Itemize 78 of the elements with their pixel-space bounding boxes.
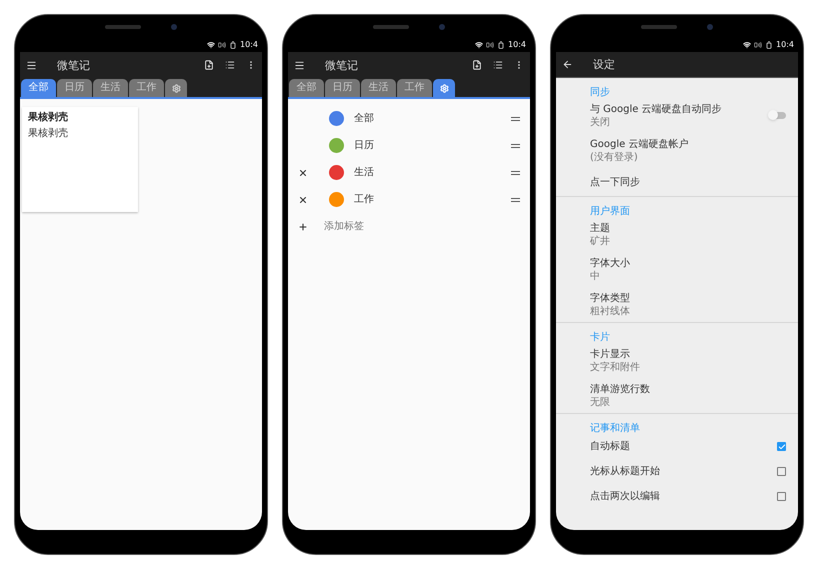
label-name: 工作	[354, 194, 374, 204]
app-title: 微笔记	[325, 60, 358, 70]
setting-value: 文字和附件	[590, 362, 640, 372]
drag-handle-icon[interactable]	[511, 144, 520, 148]
setting-value: 矿井	[590, 236, 610, 246]
label-tab[interactable]: 全部	[289, 79, 324, 97]
checkbox[interactable]	[777, 492, 786, 501]
wifi-icon	[207, 41, 216, 49]
setting-value: 粗衬线体	[590, 306, 630, 316]
status-time: 10:4	[240, 41, 258, 49]
label-tab[interactable]: 生活	[93, 79, 128, 97]
label-tab[interactable]: 日历	[57, 79, 92, 97]
app-title: 设定	[593, 59, 615, 70]
drag-handle-icon[interactable]	[511, 198, 520, 202]
section-header: 同步	[590, 88, 610, 98]
toggle-switch[interactable]	[770, 112, 786, 119]
gear-icon	[440, 84, 448, 92]
section-header: 用户界面	[590, 207, 630, 217]
add-label-button[interactable]: 添加标签	[324, 222, 364, 232]
remove-icon[interactable]	[298, 168, 308, 178]
drag-handle-icon[interactable]	[511, 116, 520, 120]
note-card[interactable]: 果核剥壳 果核剥壳	[22, 107, 138, 212]
new-note-icon[interactable]	[472, 60, 482, 70]
camera-icon	[439, 24, 445, 30]
label-name: 日历	[354, 140, 374, 150]
wifi-icon	[475, 41, 484, 49]
settings-tab[interactable]	[433, 79, 455, 97]
setting-title: 与 Google 云端硬盘自动同步	[590, 104, 722, 114]
menu-icon[interactable]	[26, 60, 37, 70]
label-name: 生活	[354, 168, 374, 178]
setting-value: (没有登录)	[590, 152, 639, 162]
wifi-icon	[743, 41, 752, 49]
setting-title: Google 云端硬盘帐户	[590, 138, 688, 150]
camera-icon	[171, 24, 177, 30]
drag-handle-icon[interactable]	[511, 170, 520, 174]
battery-icon	[229, 41, 238, 49]
back-icon[interactable]	[562, 59, 573, 70]
settings-tab[interactable]	[165, 79, 187, 97]
setting-title: 清单游览行数	[590, 384, 650, 394]
new-note-icon[interactable]	[204, 60, 214, 70]
label-tab[interactable]: 日历	[325, 79, 360, 97]
note-title: 果核剥壳	[28, 113, 68, 123]
list-icon[interactable]	[493, 60, 503, 70]
remove-icon[interactable]	[298, 194, 308, 204]
setting-title: 点一下同步	[590, 176, 640, 188]
battery-icon	[765, 41, 774, 49]
setting-title: 字体大小	[590, 258, 630, 268]
speaker-slot	[373, 24, 409, 28]
label-tab[interactable]: 工作	[397, 79, 432, 97]
checkbox[interactable]	[777, 442, 786, 451]
app-title: 微笔记	[57, 60, 90, 70]
speaker-slot	[641, 24, 677, 28]
menu-icon[interactable]	[294, 60, 305, 70]
setting-value: 关闭	[590, 116, 611, 128]
battery-icon	[497, 41, 506, 49]
gear-icon	[172, 84, 180, 92]
section-header: 卡片	[590, 333, 610, 343]
status-time: 10:4	[508, 41, 526, 49]
checkbox[interactable]	[777, 467, 786, 476]
speaker-slot	[105, 24, 141, 28]
setting-title: 光标从标题开始	[590, 466, 660, 477]
status-time: 10:4	[776, 41, 794, 49]
setting-value: 无限	[590, 396, 611, 408]
add-icon[interactable]	[298, 222, 308, 232]
label-tab[interactable]: 工作	[129, 79, 164, 97]
setting-title: 自动标题	[590, 441, 630, 452]
label-name: 全部	[354, 114, 374, 124]
section-header: 记事和清单	[590, 424, 640, 434]
setting-title: 点击两次以编辑	[590, 491, 660, 502]
label-tab[interactable]: 生活	[361, 79, 396, 97]
setting-value: 中	[590, 270, 601, 282]
setting-title: 主题	[590, 222, 610, 234]
setting-title: 字体类型	[590, 292, 630, 304]
setting-title: 卡片显示	[590, 348, 631, 360]
list-icon[interactable]	[225, 60, 235, 70]
label-tab[interactable]: 全部	[21, 79, 56, 97]
camera-icon	[707, 24, 713, 30]
note-body: 果核剥壳	[28, 129, 68, 139]
